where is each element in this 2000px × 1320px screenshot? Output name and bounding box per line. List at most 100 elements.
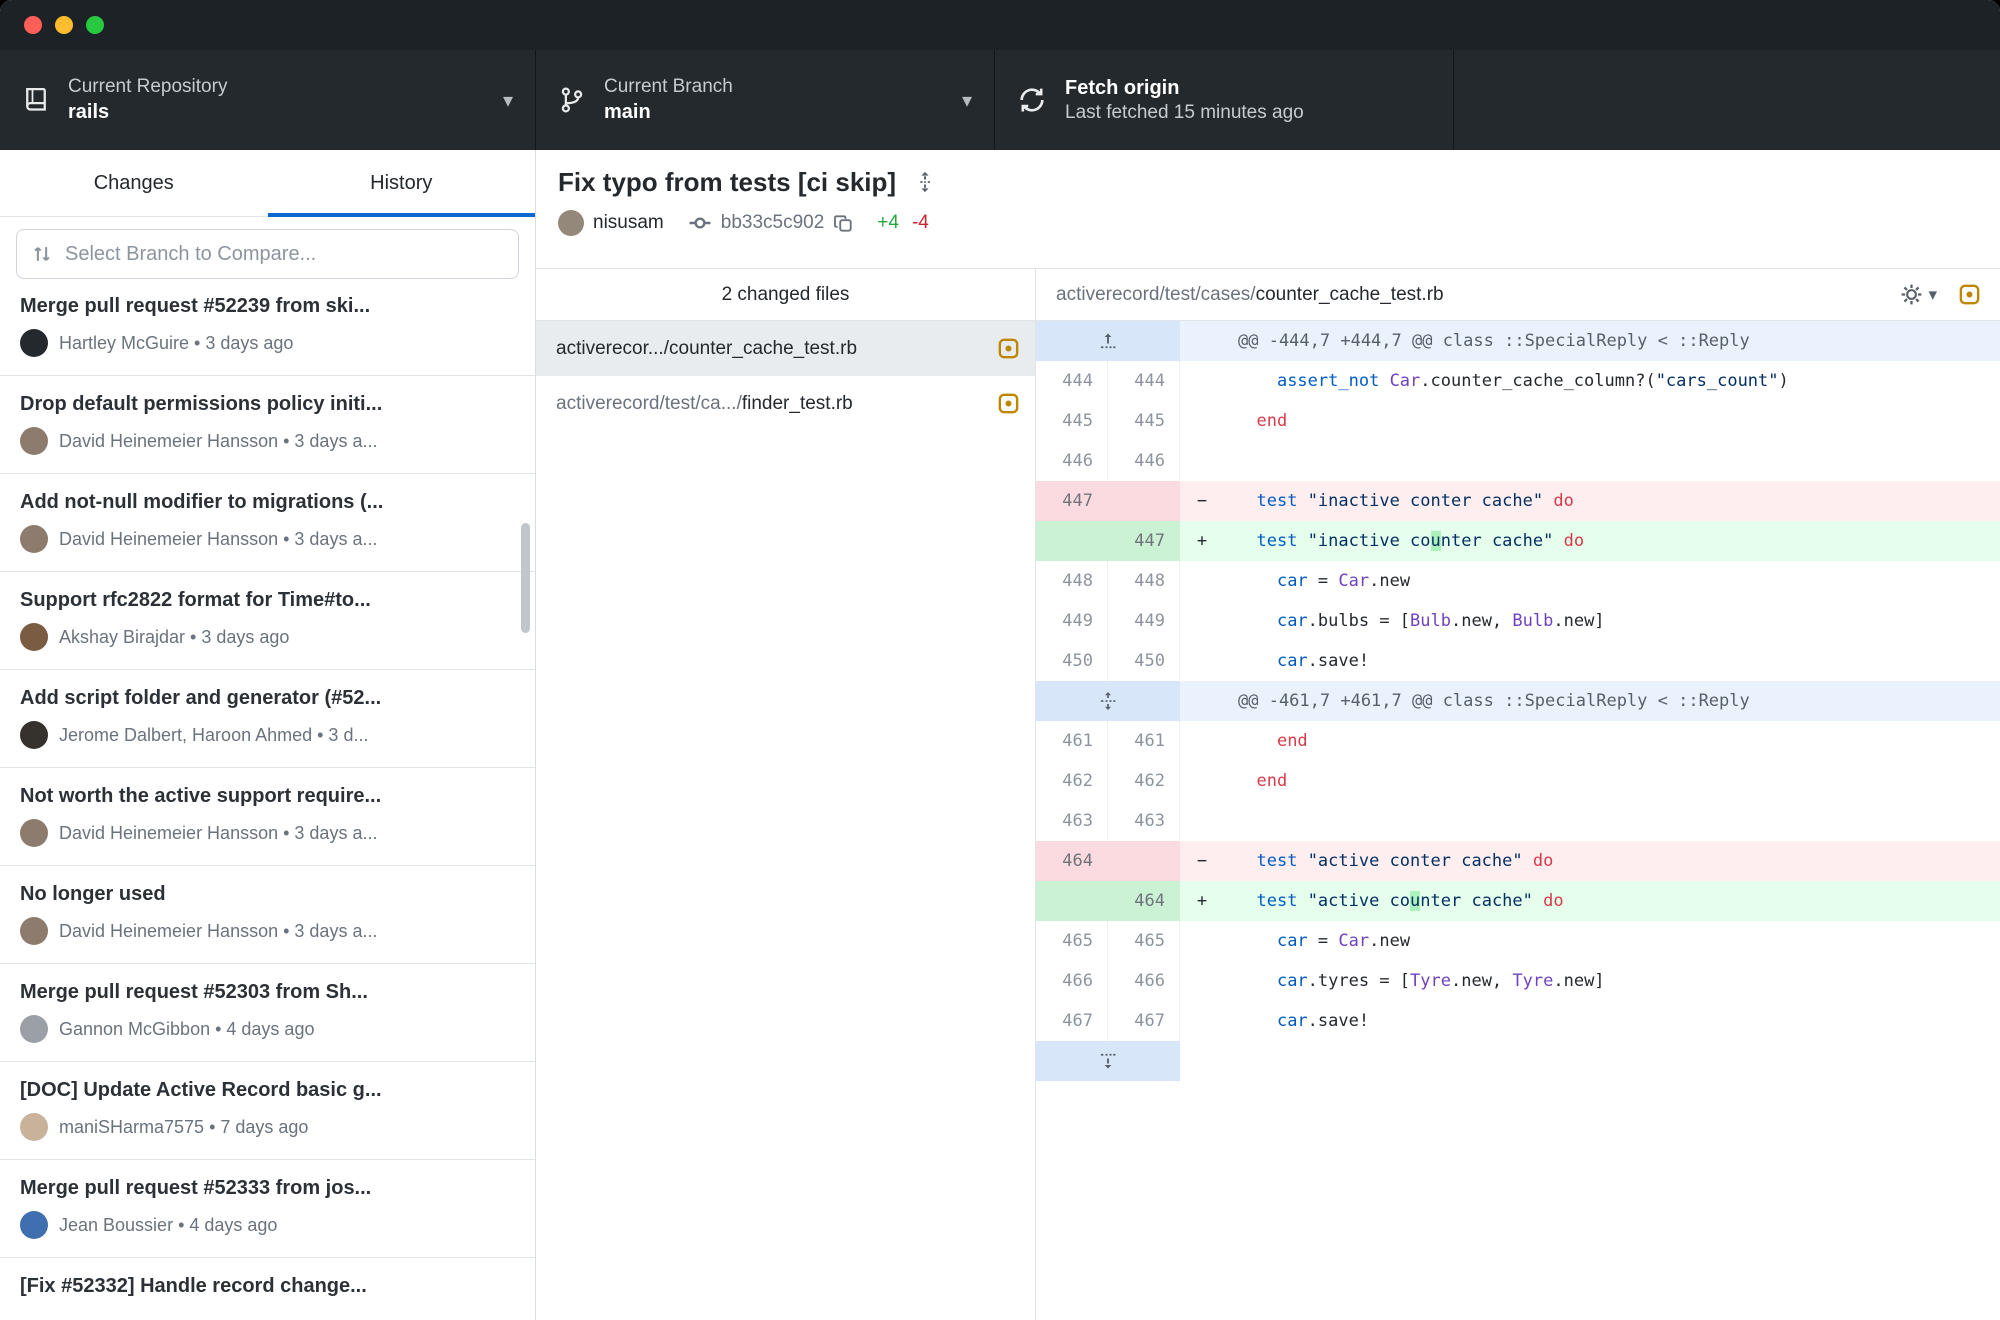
diff-expand-row[interactable] — [1036, 1041, 2000, 1081]
diff-marker — [1180, 601, 1224, 641]
commit-list-item[interactable]: Drop default permissions policy initi...… — [0, 376, 535, 474]
modified-file-icon — [998, 338, 1019, 359]
file-row[interactable]: activerecor.../counter_cache_test.rb — [536, 321, 1035, 376]
old-line-number: 448 — [1036, 561, 1108, 601]
chevron-down-icon: ▾ — [503, 88, 513, 113]
commit-list-item[interactable]: [DOC] Update Active Record basic g... man… — [0, 1062, 535, 1160]
diff-options-button[interactable]: ▾ — [1900, 283, 1937, 306]
commit-list-item[interactable]: Support rfc2822 format for Time#to... Aks… — [0, 572, 535, 670]
commit-item-title: Support rfc2822 format for Time#to... — [20, 589, 515, 612]
diff-marker — [1180, 361, 1224, 401]
old-line-number: 447 — [1036, 481, 1108, 521]
file-row[interactable]: activerecord/test/ca.../finder_test.rb — [536, 376, 1035, 431]
minimize-window-button[interactable] — [55, 16, 73, 34]
commit-item-title: [Fix #52332] Handle record change... — [20, 1275, 515, 1298]
current-branch-dropdown[interactable]: Current Branch main ▾ — [536, 50, 995, 150]
new-line-number: 462 — [1108, 761, 1180, 801]
old-line-number: 445 — [1036, 401, 1108, 441]
copy-sha-icon[interactable] — [833, 213, 854, 234]
file-list: activerecor.../counter_cache_test.rbacti… — [536, 321, 1035, 1320]
commit-list-item[interactable]: Not worth the active support require...D… — [0, 768, 535, 866]
old-line-number: 464 — [1036, 841, 1108, 881]
diff-row: 463463 — [1036, 801, 2000, 841]
fetch-origin-button[interactable]: Fetch origin Last fetched 15 minutes ago — [995, 50, 1454, 150]
new-line-number: 463 — [1108, 801, 1180, 841]
tab-history[interactable]: History — [268, 150, 536, 216]
commit-list-item[interactable]: Merge pull request #52333 from jos...Jea… — [0, 1160, 535, 1258]
commit-list-item[interactable]: Add not-null modifier to migrations (...… — [0, 474, 535, 572]
commit-item-title: Add script folder and generator (#52... — [20, 687, 515, 710]
avatar — [20, 329, 48, 357]
commit-list-item[interactable]: Merge pull request #52303 from Sh...Gann… — [0, 964, 535, 1062]
diff-hunk-header-row[interactable]: @@ -461,7 +461,7 @@ class ::SpecialReply… — [1036, 681, 2000, 721]
diff-row: 461461 end — [1036, 721, 2000, 761]
commit-item-title: Drop default permissions policy initi... — [20, 393, 515, 416]
modified-file-icon — [1959, 284, 1980, 305]
expand-commit-details-icon[interactable] — [914, 171, 936, 193]
commit-list-item[interactable]: Add script folder and generator (#52...J… — [0, 670, 535, 768]
close-window-button[interactable] — [24, 16, 42, 34]
modified-file-icon — [998, 393, 1019, 414]
additions-count: +4 — [877, 212, 899, 234]
avatar — [20, 819, 48, 847]
commit-item-meta: maniSHarma7575 • 7 days ago — [59, 1117, 308, 1138]
code-line — [1224, 441, 2000, 481]
commit-item-title: [DOC] Update Active Record basic g... — [20, 1079, 515, 1102]
commit-item-title: No longer used — [20, 883, 515, 906]
commit-header: Fix typo from tests [ci skip] nisusam — [536, 150, 2000, 269]
diff-hunk-header-row[interactable]: @@ -444,7 +444,7 @@ class ::SpecialReply… — [1036, 321, 2000, 361]
commit-item-title: Merge pull request #52333 from jos... — [20, 1177, 515, 1200]
diff-row: 466466 car.tyres = [Tyre.new, Tyre.new] — [1036, 961, 2000, 1001]
tab-changes[interactable]: Changes — [0, 150, 268, 216]
diff-marker — [1180, 1001, 1224, 1041]
avatar — [20, 721, 48, 749]
new-line-number: 465 — [1108, 921, 1180, 961]
sync-icon — [1017, 85, 1047, 115]
commit-list: Merge pull request #52239 from ski...Har… — [0, 293, 535, 1320]
diff-marker — [1180, 721, 1224, 761]
commit-list-item[interactable]: [Fix #52332] Handle record change... — [0, 1258, 535, 1320]
diff-marker — [1180, 761, 1224, 801]
diff-row: 464+ test "active counter cache" do — [1036, 881, 2000, 921]
commit-item-meta: David Heinemeier Hansson • 3 days a... — [59, 431, 377, 452]
repository-name: rails — [68, 99, 227, 125]
code-line: test "inactive counter cache" do — [1224, 521, 2000, 561]
avatar — [20, 1211, 48, 1239]
code-line: test "active counter cache" do — [1224, 881, 2000, 921]
old-line-number: 463 — [1036, 801, 1108, 841]
deletions-count: -4 — [912, 212, 929, 234]
code-line: assert_not Car.counter_cache_column?("ca… — [1224, 361, 2000, 401]
repository-label: Current Repository — [68, 75, 227, 99]
avatar — [20, 917, 48, 945]
expand-hunk-down-icon — [1098, 1051, 1118, 1071]
diff-marker — [1180, 961, 1224, 1001]
code-line: car.save! — [1224, 1001, 2000, 1041]
scrollbar-thumb[interactable] — [521, 523, 530, 633]
new-line-number: 450 — [1108, 641, 1180, 681]
commit-title: Fix typo from tests [ci skip] — [558, 166, 896, 198]
new-line-number: 466 — [1108, 961, 1180, 1001]
diff-marker: − — [1180, 841, 1224, 881]
sidebar-tabbar: Changes History — [0, 150, 535, 217]
diff-row: 462462 end — [1036, 761, 2000, 801]
commit-item-meta: Akshay Birajdar • 3 days ago — [59, 627, 289, 648]
commit-author: nisusam — [593, 212, 664, 234]
compare-branch-input[interactable]: Select Branch to Compare... — [16, 229, 519, 279]
commit-list-item[interactable]: Merge pull request #52239 from ski...Har… — [0, 293, 535, 376]
diff-row: 449449 car.bulbs = [Bulb.new, Bulb.new] — [1036, 601, 2000, 641]
chevron-down-icon: ▾ — [1928, 285, 1937, 305]
commit-item-title: Add not-null modifier to migrations (... — [20, 491, 515, 514]
commit-list-item[interactable]: No longer usedDavid Heinemeier Hansson •… — [0, 866, 535, 964]
current-repository-dropdown[interactable]: Current Repository rails ▾ — [0, 50, 536, 150]
compare-branch-wrap: Select Branch to Compare... — [0, 217, 535, 293]
hunk-header-text: @@ -444,7 +444,7 @@ class ::SpecialReply… — [1180, 321, 2000, 361]
code-line: end — [1224, 721, 2000, 761]
diff-marker — [1180, 641, 1224, 681]
diff-marker — [1180, 561, 1224, 601]
new-line-number: 467 — [1108, 1001, 1180, 1041]
old-line-number: 446 — [1036, 441, 1108, 481]
diff-row: 465465 car = Car.new — [1036, 921, 2000, 961]
zoom-window-button[interactable] — [86, 16, 104, 34]
commit-item-title: Merge pull request #52239 from ski... — [20, 295, 515, 318]
diff-row: 448448 car = Car.new — [1036, 561, 2000, 601]
